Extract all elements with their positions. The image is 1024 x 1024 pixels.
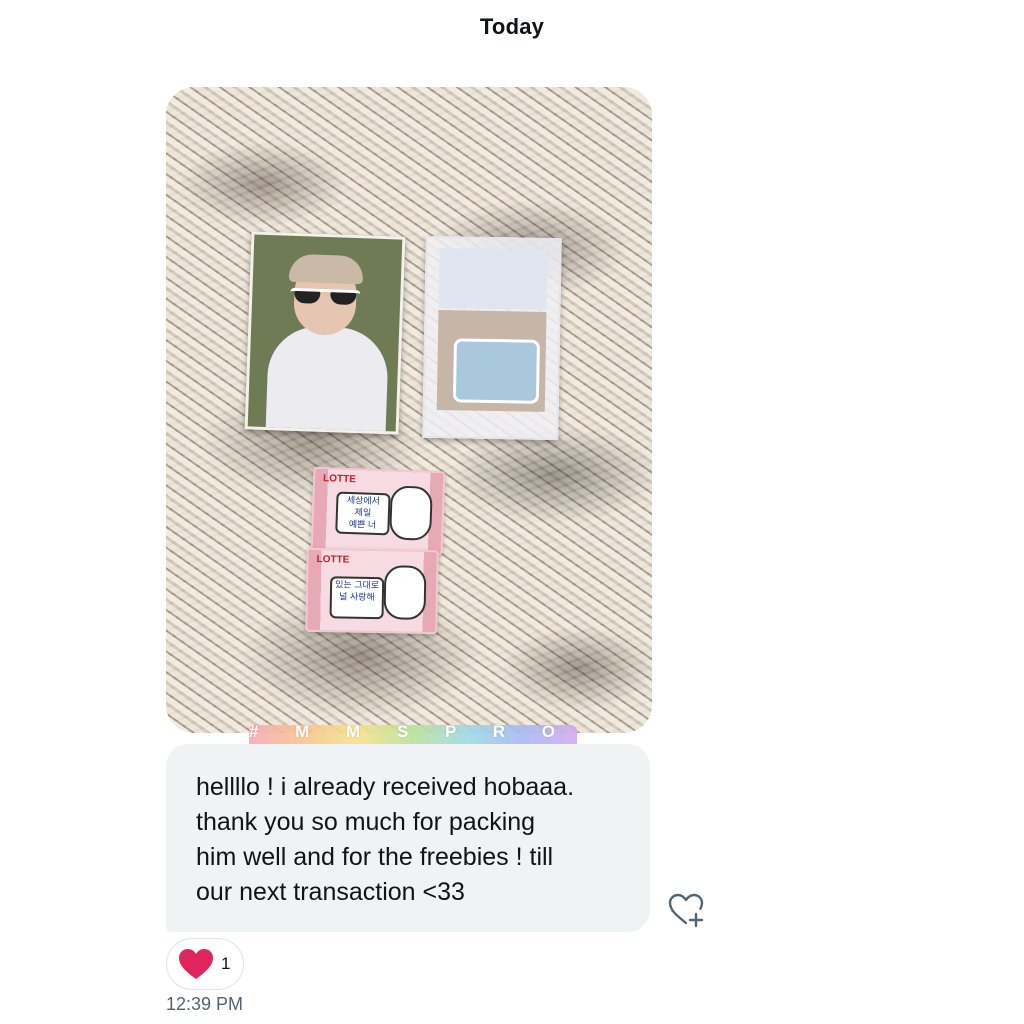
snack-packet-top: LOTTE 세상에서 제일 예쁜 너 xyxy=(310,466,446,556)
heart-plus-icon xyxy=(668,893,704,928)
date-header: Today xyxy=(479,14,545,39)
snack-packet-bottom: LOTTE 있는 그대로 널 사랑해 xyxy=(305,547,439,635)
fur-background xyxy=(166,87,652,733)
message-bubble[interactable]: hellllo ! i already received hobaaa. tha… xyxy=(166,744,650,932)
photocard-left xyxy=(244,231,406,435)
snack-bubble-text: 세상에서 제일 예쁜 너 xyxy=(335,491,391,536)
message-timestamp: 12:39 PM xyxy=(166,994,244,1014)
cow-mascot-icon xyxy=(383,565,427,620)
cow-mascot-icon xyxy=(389,485,433,541)
photocard-right xyxy=(422,235,562,441)
message-photo[interactable]: LOTTE 세상에서 제일 예쁜 너 LOTTE 있는 그대로 널 사랑해 xyxy=(166,87,652,733)
heart-icon xyxy=(179,949,213,979)
reaction-pill[interactable]: 1 xyxy=(166,938,244,990)
reaction-count: 1 xyxy=(221,954,231,973)
add-reaction-button[interactable] xyxy=(664,888,708,932)
snack-brand: LOTTE xyxy=(316,554,350,566)
snack-brand: LOTTE xyxy=(322,473,357,486)
snack-bubble-text: 있는 그대로 널 사랑해 xyxy=(329,576,385,620)
